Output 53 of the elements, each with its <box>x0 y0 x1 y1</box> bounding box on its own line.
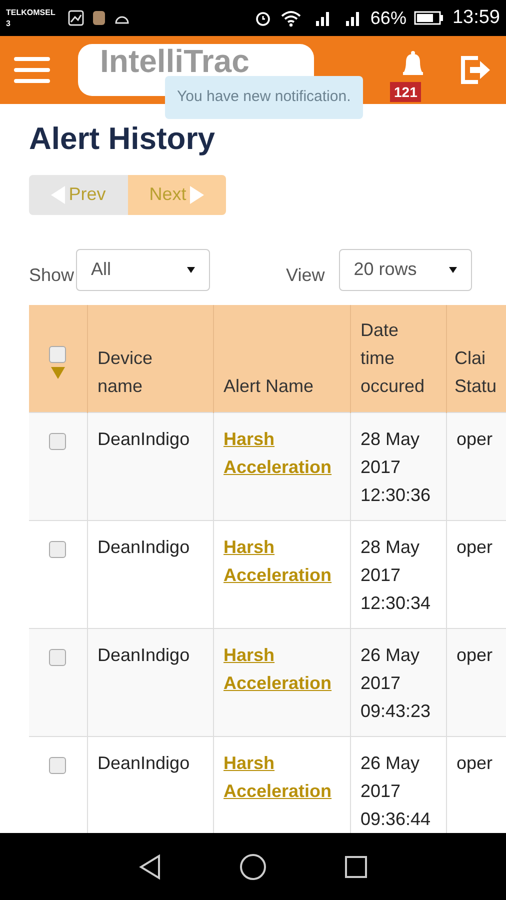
dropdown[interactable]: All <box>76 248 210 290</box>
checkbox[interactable] <box>49 649 66 666</box>
table-cell: 28 May 2017 12:30:36 <box>360 429 431 505</box>
image-icon <box>68 10 84 26</box>
caret-icon <box>448 266 457 274</box>
battery-icon <box>414 10 444 26</box>
table-cell: DeanIndigo <box>98 429 190 449</box>
alert-link[interactable]: Harsh Acceleration <box>224 641 340 697</box>
checkbox[interactable] <box>49 757 66 774</box>
table-cell: 26 May 2017 09:36:44 <box>360 753 431 829</box>
carrier-name: TELKOMSEL 3 <box>6 7 56 29</box>
wifi-icon <box>280 9 302 27</box>
sort-icon[interactable] <box>50 366 65 379</box>
recents-icon[interactable] <box>344 854 368 878</box>
filter-label: Show <box>29 264 74 286</box>
column-header: Date time occured <box>360 320 425 396</box>
checkbox[interactable] <box>49 433 66 450</box>
checkbox[interactable] <box>49 346 66 363</box>
notification-badge: 121 <box>390 82 422 102</box>
table-cell: DeanIndigo <box>98 645 190 665</box>
back-icon[interactable] <box>138 854 162 880</box>
table-cell: 28 May 2017 12:30:34 <box>360 537 431 613</box>
app-icon <box>92 10 106 26</box>
table-cell: oper <box>456 537 493 557</box>
table-cell: DeanIndigo <box>98 537 190 557</box>
bell-icon[interactable] <box>400 50 426 78</box>
logout-icon[interactable] <box>460 55 492 85</box>
column-header: Device name <box>98 348 153 396</box>
checkbox[interactable] <box>49 541 66 558</box>
table-cell: oper <box>456 429 493 449</box>
alert-link[interactable]: Harsh Acceleration <box>224 533 340 589</box>
column-header: Clai Statu <box>454 348 497 396</box>
alarm-icon <box>254 9 272 27</box>
table-cell: oper <box>456 645 493 665</box>
clock-time: 13:59 <box>452 6 500 30</box>
caret-icon <box>187 266 196 274</box>
alert-link[interactable]: Harsh Acceleration <box>224 749 340 805</box>
home-icon[interactable] <box>238 852 267 880</box>
right-triangle-icon <box>190 186 204 204</box>
column-header: Alert Name <box>224 376 314 396</box>
dropdown[interactable]: 20 rows <box>338 248 472 290</box>
page-title: Alert History <box>29 120 216 158</box>
table-cell: DeanIndigo <box>98 753 190 773</box>
filter-label: View <box>286 264 325 286</box>
battery-percent: 66% <box>370 6 406 30</box>
prev-button[interactable]: Prev <box>29 174 128 214</box>
menu-icon[interactable] <box>14 56 50 84</box>
table-cell: oper <box>456 753 493 773</box>
next-button[interactable]: Next <box>128 174 226 214</box>
table-cell: 26 May 2017 09:43:23 <box>360 645 431 721</box>
left-triangle-icon <box>50 186 65 204</box>
notification-tooltip: You have new notification. <box>165 76 363 118</box>
alert-link[interactable]: Harsh Acceleration <box>224 425 340 481</box>
